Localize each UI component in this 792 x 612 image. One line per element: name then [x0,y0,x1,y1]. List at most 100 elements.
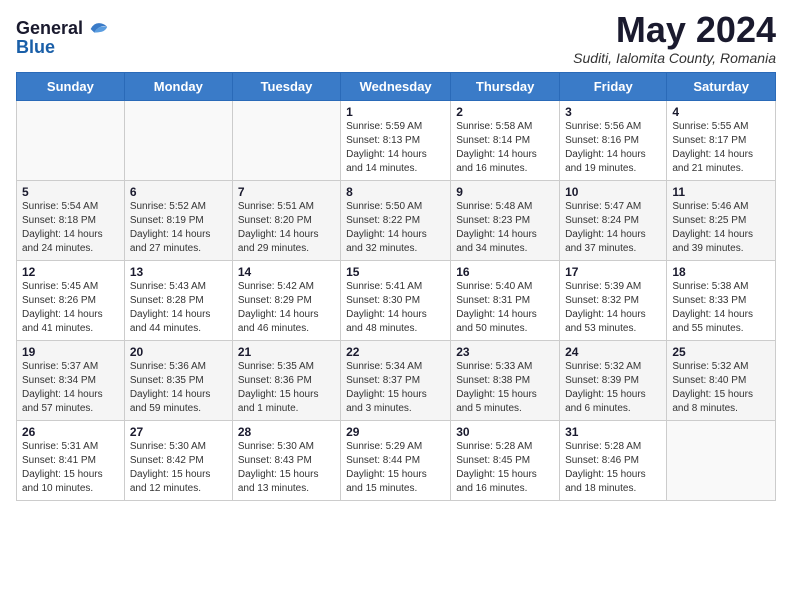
day-info: Sunrise: 5:32 AMSunset: 8:40 PMDaylight:… [672,360,770,416]
day-number: 7 [238,185,335,199]
logo-bird-icon [87,18,109,40]
calendar-cell [667,420,776,500]
calendar-cell: 18Sunrise: 5:38 AMSunset: 8:33 PMDayligh… [667,260,776,340]
day-info: Sunrise: 5:58 AMSunset: 8:14 PMDaylight:… [456,120,554,176]
day-number: 31 [565,425,661,439]
day-info: Sunrise: 5:42 AMSunset: 8:29 PMDaylight:… [238,280,335,336]
calendar-cell: 5Sunrise: 5:54 AMSunset: 8:18 PMDaylight… [17,180,125,260]
day-number: 4 [672,105,770,119]
calendar-week-row: 19Sunrise: 5:37 AMSunset: 8:34 PMDayligh… [17,340,776,420]
day-info: Sunrise: 5:29 AMSunset: 8:44 PMDaylight:… [346,440,445,496]
calendar-cell: 16Sunrise: 5:40 AMSunset: 8:31 PMDayligh… [451,260,560,340]
day-info: Sunrise: 5:33 AMSunset: 8:38 PMDaylight:… [456,360,554,416]
calendar-cell: 4Sunrise: 5:55 AMSunset: 8:17 PMDaylight… [667,100,776,180]
calendar-cell: 11Sunrise: 5:46 AMSunset: 8:25 PMDayligh… [667,180,776,260]
day-number: 16 [456,265,554,279]
calendar-cell: 24Sunrise: 5:32 AMSunset: 8:39 PMDayligh… [560,340,667,420]
calendar-cell: 6Sunrise: 5:52 AMSunset: 8:19 PMDaylight… [124,180,232,260]
header-wednesday: Wednesday [341,72,451,100]
day-info: Sunrise: 5:30 AMSunset: 8:42 PMDaylight:… [130,440,227,496]
header-monday: Monday [124,72,232,100]
calendar-cell: 23Sunrise: 5:33 AMSunset: 8:38 PMDayligh… [451,340,560,420]
calendar-cell: 21Sunrise: 5:35 AMSunset: 8:36 PMDayligh… [232,340,340,420]
day-number: 19 [22,345,119,359]
day-info: Sunrise: 5:34 AMSunset: 8:37 PMDaylight:… [346,360,445,416]
day-info: Sunrise: 5:28 AMSunset: 8:45 PMDaylight:… [456,440,554,496]
calendar-week-row: 12Sunrise: 5:45 AMSunset: 8:26 PMDayligh… [17,260,776,340]
day-info: Sunrise: 5:55 AMSunset: 8:17 PMDaylight:… [672,120,770,176]
day-info: Sunrise: 5:50 AMSunset: 8:22 PMDaylight:… [346,200,445,256]
calendar-cell: 10Sunrise: 5:47 AMSunset: 8:24 PMDayligh… [560,180,667,260]
logo-blue-text: Blue [16,38,109,58]
header-saturday: Saturday [667,72,776,100]
calendar-cell: 22Sunrise: 5:34 AMSunset: 8:37 PMDayligh… [341,340,451,420]
day-number: 8 [346,185,445,199]
calendar-cell: 19Sunrise: 5:37 AMSunset: 8:34 PMDayligh… [17,340,125,420]
header: General Blue May 2024 Suditi, Ialomita C… [16,10,776,66]
day-number: 25 [672,345,770,359]
subtitle: Suditi, Ialomita County, Romania [573,50,776,66]
header-thursday: Thursday [451,72,560,100]
calendar-cell: 7Sunrise: 5:51 AMSunset: 8:20 PMDaylight… [232,180,340,260]
calendar-week-row: 5Sunrise: 5:54 AMSunset: 8:18 PMDaylight… [17,180,776,260]
month-title: May 2024 [573,10,776,50]
day-info: Sunrise: 5:31 AMSunset: 8:41 PMDaylight:… [22,440,119,496]
header-friday: Friday [560,72,667,100]
calendar-cell: 29Sunrise: 5:29 AMSunset: 8:44 PMDayligh… [341,420,451,500]
calendar-cell: 25Sunrise: 5:32 AMSunset: 8:40 PMDayligh… [667,340,776,420]
day-info: Sunrise: 5:38 AMSunset: 8:33 PMDaylight:… [672,280,770,336]
day-number: 30 [456,425,554,439]
title-block: May 2024 Suditi, Ialomita County, Romani… [573,10,776,66]
logo-general-text: General [16,19,83,39]
day-number: 2 [456,105,554,119]
day-info: Sunrise: 5:48 AMSunset: 8:23 PMDaylight:… [456,200,554,256]
calendar-cell: 9Sunrise: 5:48 AMSunset: 8:23 PMDaylight… [451,180,560,260]
logo: General Blue [16,18,109,58]
day-info: Sunrise: 5:30 AMSunset: 8:43 PMDaylight:… [238,440,335,496]
day-number: 14 [238,265,335,279]
day-number: 22 [346,345,445,359]
calendar-cell: 20Sunrise: 5:36 AMSunset: 8:35 PMDayligh… [124,340,232,420]
calendar-cell: 13Sunrise: 5:43 AMSunset: 8:28 PMDayligh… [124,260,232,340]
day-number: 11 [672,185,770,199]
day-info: Sunrise: 5:54 AMSunset: 8:18 PMDaylight:… [22,200,119,256]
calendar-cell: 31Sunrise: 5:28 AMSunset: 8:46 PMDayligh… [560,420,667,500]
day-number: 29 [346,425,445,439]
calendar-cell: 2Sunrise: 5:58 AMSunset: 8:14 PMDaylight… [451,100,560,180]
day-info: Sunrise: 5:37 AMSunset: 8:34 PMDaylight:… [22,360,119,416]
calendar-cell [124,100,232,180]
day-number: 6 [130,185,227,199]
day-info: Sunrise: 5:59 AMSunset: 8:13 PMDaylight:… [346,120,445,176]
calendar-cell: 8Sunrise: 5:50 AMSunset: 8:22 PMDaylight… [341,180,451,260]
day-info: Sunrise: 5:56 AMSunset: 8:16 PMDaylight:… [565,120,661,176]
day-number: 13 [130,265,227,279]
calendar-cell: 14Sunrise: 5:42 AMSunset: 8:29 PMDayligh… [232,260,340,340]
day-info: Sunrise: 5:46 AMSunset: 8:25 PMDaylight:… [672,200,770,256]
calendar-cell: 17Sunrise: 5:39 AMSunset: 8:32 PMDayligh… [560,260,667,340]
day-info: Sunrise: 5:43 AMSunset: 8:28 PMDaylight:… [130,280,227,336]
calendar-cell: 27Sunrise: 5:30 AMSunset: 8:42 PMDayligh… [124,420,232,500]
day-number: 21 [238,345,335,359]
calendar-cell [17,100,125,180]
calendar-cell: 15Sunrise: 5:41 AMSunset: 8:30 PMDayligh… [341,260,451,340]
calendar-week-row: 26Sunrise: 5:31 AMSunset: 8:41 PMDayligh… [17,420,776,500]
day-number: 18 [672,265,770,279]
day-info: Sunrise: 5:52 AMSunset: 8:19 PMDaylight:… [130,200,227,256]
day-number: 26 [22,425,119,439]
calendar-cell: 30Sunrise: 5:28 AMSunset: 8:45 PMDayligh… [451,420,560,500]
day-info: Sunrise: 5:39 AMSunset: 8:32 PMDaylight:… [565,280,661,336]
day-number: 1 [346,105,445,119]
day-info: Sunrise: 5:45 AMSunset: 8:26 PMDaylight:… [22,280,119,336]
day-info: Sunrise: 5:35 AMSunset: 8:36 PMDaylight:… [238,360,335,416]
day-number: 23 [456,345,554,359]
day-info: Sunrise: 5:47 AMSunset: 8:24 PMDaylight:… [565,200,661,256]
day-number: 12 [22,265,119,279]
day-number: 9 [456,185,554,199]
calendar-cell: 26Sunrise: 5:31 AMSunset: 8:41 PMDayligh… [17,420,125,500]
day-number: 17 [565,265,661,279]
calendar-cell: 12Sunrise: 5:45 AMSunset: 8:26 PMDayligh… [17,260,125,340]
calendar-cell: 28Sunrise: 5:30 AMSunset: 8:43 PMDayligh… [232,420,340,500]
day-info: Sunrise: 5:51 AMSunset: 8:20 PMDaylight:… [238,200,335,256]
calendar-table: Sunday Monday Tuesday Wednesday Thursday… [16,72,776,501]
calendar-cell: 1Sunrise: 5:59 AMSunset: 8:13 PMDaylight… [341,100,451,180]
